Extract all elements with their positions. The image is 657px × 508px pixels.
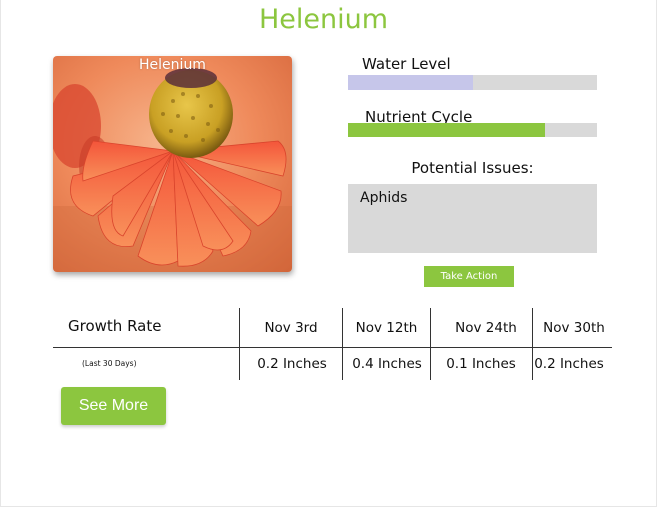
potential-issues-heading: Potential Issues: — [411, 159, 534, 177]
water-level-bar — [348, 75, 597, 90]
water-level-fill — [348, 75, 473, 90]
growth-date-header: Nov 30th — [543, 320, 605, 336]
nutrient-cycle-bar — [348, 123, 597, 137]
helenium-flower-photo — [53, 56, 292, 272]
growth-table-divider — [53, 347, 612, 348]
nutrient-cycle-fill — [348, 123, 545, 137]
page-title: Helenium — [258, 4, 389, 35]
growth-value-cell: 0.4 Inches — [352, 356, 422, 372]
potential-issues-box: Aphids — [348, 184, 597, 253]
growth-value-cell: 0.2 Inches — [257, 356, 327, 372]
plant-photo-card[interactable]: Helenium — [53, 56, 292, 272]
plant-card-label: Helenium — [139, 57, 206, 73]
growth-value-cell: 0.1 Inches — [446, 356, 516, 372]
growth-date-header: Nov 24th — [455, 320, 517, 336]
growth-rate-sublabel: (Last 30 Days) — [82, 359, 137, 368]
growth-date-header: Nov 12th — [355, 320, 418, 336]
growth-date-header: Nov 3rd — [264, 320, 318, 336]
take-action-button[interactable]: Take Action — [424, 266, 514, 287]
see-more-button[interactable]: See More — [61, 387, 166, 425]
growth-value-cell: 0.2 Inches — [534, 356, 604, 372]
growth-rate-label: Growth Rate — [68, 317, 162, 335]
water-level-label: Water Level — [362, 55, 451, 73]
issue-item: Aphids — [360, 190, 408, 206]
